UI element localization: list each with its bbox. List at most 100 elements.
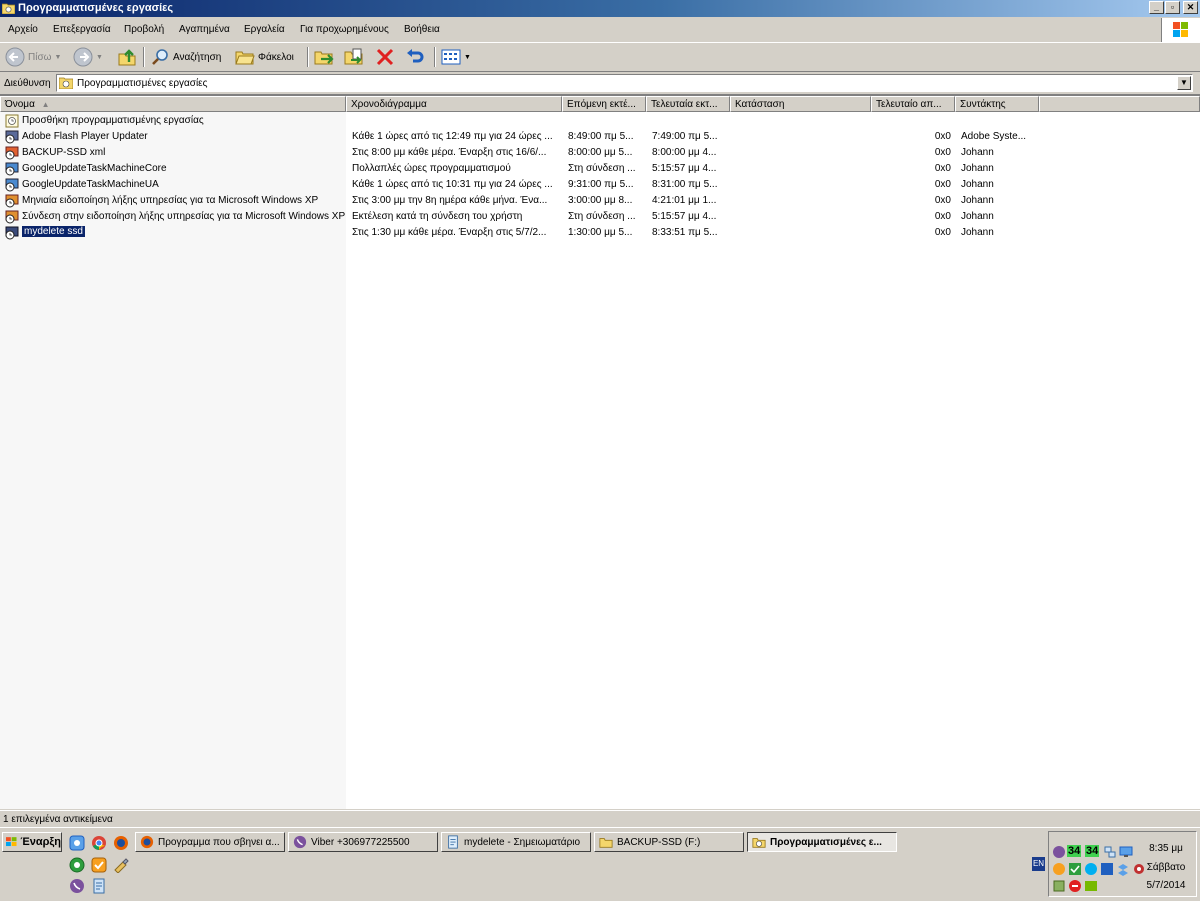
task-last-result: 0x0 [934, 163, 951, 174]
menu-tools[interactable]: Εργαλεία [244, 24, 285, 35]
display-tray-icon[interactable] [1119, 845, 1133, 859]
task-last-result: 0x0 [934, 131, 951, 142]
taskbar-button-firefox[interactable]: Προγραμμα που σβηνει α... [135, 832, 285, 852]
list-header: Όνομα ▲ Χρονοδιάγραμμα Επόμενη εκτέ... Τ… [0, 96, 1200, 112]
forward-button[interactable]: ▼ [73, 47, 103, 67]
column-header-author[interactable]: Συντάκτης [955, 96, 1039, 112]
firefox-icon[interactable] [113, 835, 129, 851]
address-label: Διεύθυνση [4, 78, 51, 89]
column-header-status[interactable]: Κατάσταση [730, 96, 871, 112]
copy-to-folder-icon [344, 48, 363, 65]
task-next-run: 9:31:00 πμ 5... [568, 179, 634, 190]
add-task-icon [5, 114, 19, 128]
table-row[interactable]: Adobe Flash Player Updater Κάθε 1 ώρες α… [0, 129, 1200, 145]
task-name: GoogleUpdateTaskMachineUA [22, 179, 159, 190]
delete-button[interactable] [375, 47, 395, 67]
column-header-last-result[interactable]: Τελευταίο απ... [871, 96, 955, 112]
orange-tray-icon[interactable] [1052, 862, 1066, 876]
close-button[interactable]: ✕ [1183, 1, 1198, 14]
minimize-button[interactable]: _ [1149, 1, 1164, 14]
tray-counter[interactable]: 34 [1085, 845, 1100, 857]
taskbar-button-backup-drive[interactable]: BACKUP-SSD (F:) [594, 832, 744, 852]
column-header-name[interactable]: Όνομα ▲ [0, 96, 346, 112]
dropbox-tray-icon[interactable] [1116, 862, 1130, 876]
task-next-run: 1:30:00 μμ 5... [568, 227, 633, 238]
menu-advanced[interactable]: Για προχωρημένους [300, 24, 389, 35]
tray-counter[interactable]: 34 [1067, 845, 1082, 857]
column-header-next-run[interactable]: Επόμενη εκτέ... [562, 96, 646, 112]
menu-bar: Αρχείο Επεξεργασία Προβολή Αγαπημένα Εργ… [0, 19, 1200, 41]
address-dropdown-button[interactable]: ▼ [1177, 76, 1191, 90]
task-next-run: 3:00:00 μμ 8... [568, 195, 633, 206]
blue-tray-icon[interactable] [1100, 862, 1114, 876]
scheduled-tasks-folder-icon [59, 77, 73, 89]
back-label: Πίσω [28, 51, 52, 63]
back-arrow-icon [5, 47, 25, 67]
back-dropdown-icon[interactable]: ▼ [54, 54, 61, 61]
back-button[interactable]: Πίσω ▼ [5, 47, 61, 67]
task-author: Johann [961, 211, 994, 222]
tray-tool-icon[interactable] [1052, 879, 1066, 893]
menu-favorites[interactable]: Αγαπημένα [179, 24, 230, 35]
quick-launch-orange-icon[interactable] [91, 857, 107, 873]
table-row-selected[interactable]: mydelete ssd Στις 1:30 μμ κάθε μέρα. Ένα… [0, 225, 1200, 241]
menu-edit[interactable]: Επεξεργασία [53, 24, 111, 35]
table-row[interactable]: Μηνιαία ειδοποίηση λήξης υπηρεσίας για τ… [0, 193, 1200, 209]
up-folder-button[interactable] [117, 47, 137, 67]
address-value: Προγραμματισμένες εργασίες [77, 78, 208, 89]
menu-file[interactable]: Αρχείο [8, 24, 38, 35]
menu-help[interactable]: Βοήθεια [404, 24, 440, 35]
task-next-run: 8:49:00 πμ 5... [568, 131, 634, 142]
column-header-last-run[interactable]: Τελευταία εκτ... [646, 96, 730, 112]
table-row[interactable]: GoogleUpdateTaskMachineCore Πολλαπλές ώρ… [0, 161, 1200, 177]
nvidia-tray-icon[interactable] [1084, 879, 1098, 893]
views-button[interactable]: ▼ [441, 47, 471, 67]
taskbar-button-viber[interactable]: Viber +306977225500 [288, 832, 438, 852]
chrome-icon[interactable] [91, 835, 107, 851]
viber-tray-icon[interactable] [1052, 845, 1066, 859]
tray-red-icon[interactable] [1068, 879, 1082, 893]
column-header-schedule[interactable]: Χρονοδιάγραμμα [346, 96, 562, 112]
quick-launch-doc-icon[interactable] [91, 878, 107, 894]
taskbar-button-label: Προγραμματισμένες ε... [770, 836, 882, 848]
address-field[interactable]: Προγραμματισμένες εργασίες ▼ [56, 74, 1193, 92]
table-row[interactable]: GoogleUpdateTaskMachineUA Κάθε 1 ώρες απ… [0, 177, 1200, 193]
task-last-run: 4:21:01 μμ 1... [652, 195, 717, 206]
folders-button[interactable]: Φάκελοι [235, 47, 294, 67]
menu-view[interactable]: Προβολή [124, 24, 164, 35]
taskbar-button-label: mydelete - Σημειωματάριο [464, 836, 581, 848]
undo-arrow-icon [407, 49, 424, 63]
taskbar-button-notepad[interactable]: mydelete - Σημειωματάριο [441, 832, 591, 852]
taskbar-button-scheduled-tasks[interactable]: Προγραμματισμένες ε... [747, 832, 897, 852]
table-row[interactable]: BACKUP-SSD xml Στις 8:00 μμ κάθε μέρα. Έ… [0, 145, 1200, 161]
maximize-button[interactable]: ▫ [1165, 1, 1180, 14]
show-desktop-icon[interactable] [69, 835, 85, 851]
task-last-run: 8:33:51 πμ 5... [652, 227, 718, 238]
clock-day: Σάββατο [1146, 862, 1186, 873]
task-clock-icon [5, 226, 19, 240]
task-author: Johann [961, 179, 994, 190]
search-icon [152, 49, 168, 65]
quick-launch-tool-icon[interactable] [113, 857, 129, 873]
move-to-button[interactable] [314, 47, 336, 67]
copy-to-button[interactable] [344, 47, 366, 67]
table-row[interactable]: Σύνδεση στην ειδοποίηση λήξης υπηρεσίας … [0, 209, 1200, 225]
undo-button[interactable] [405, 47, 425, 67]
green-check-tray-icon[interactable] [1068, 862, 1082, 876]
start-button[interactable]: Έναρξη [2, 832, 62, 852]
task-name: mydelete ssd [22, 226, 85, 237]
skype-tray-icon[interactable] [1084, 862, 1098, 876]
language-indicator[interactable]: EN [1032, 857, 1045, 871]
network-tray-icon[interactable] [1103, 845, 1117, 859]
views-dropdown-icon[interactable]: ▼ [464, 54, 471, 61]
search-button[interactable]: Αναζήτηση [150, 47, 221, 67]
task-last-result: 0x0 [934, 195, 951, 206]
viber-icon[interactable] [69, 878, 85, 894]
task-clock-icon [5, 130, 19, 144]
firefox-icon [140, 835, 154, 849]
quick-launch-green-icon[interactable] [69, 857, 85, 873]
forward-dropdown-icon[interactable]: ▼ [96, 54, 103, 61]
add-task-item[interactable]: Προσθήκη προγραμματισμένης εργασίας [0, 113, 1200, 129]
task-last-run: 5:15:57 μμ 4... [652, 163, 717, 174]
task-name: GoogleUpdateTaskMachineCore [22, 163, 167, 174]
